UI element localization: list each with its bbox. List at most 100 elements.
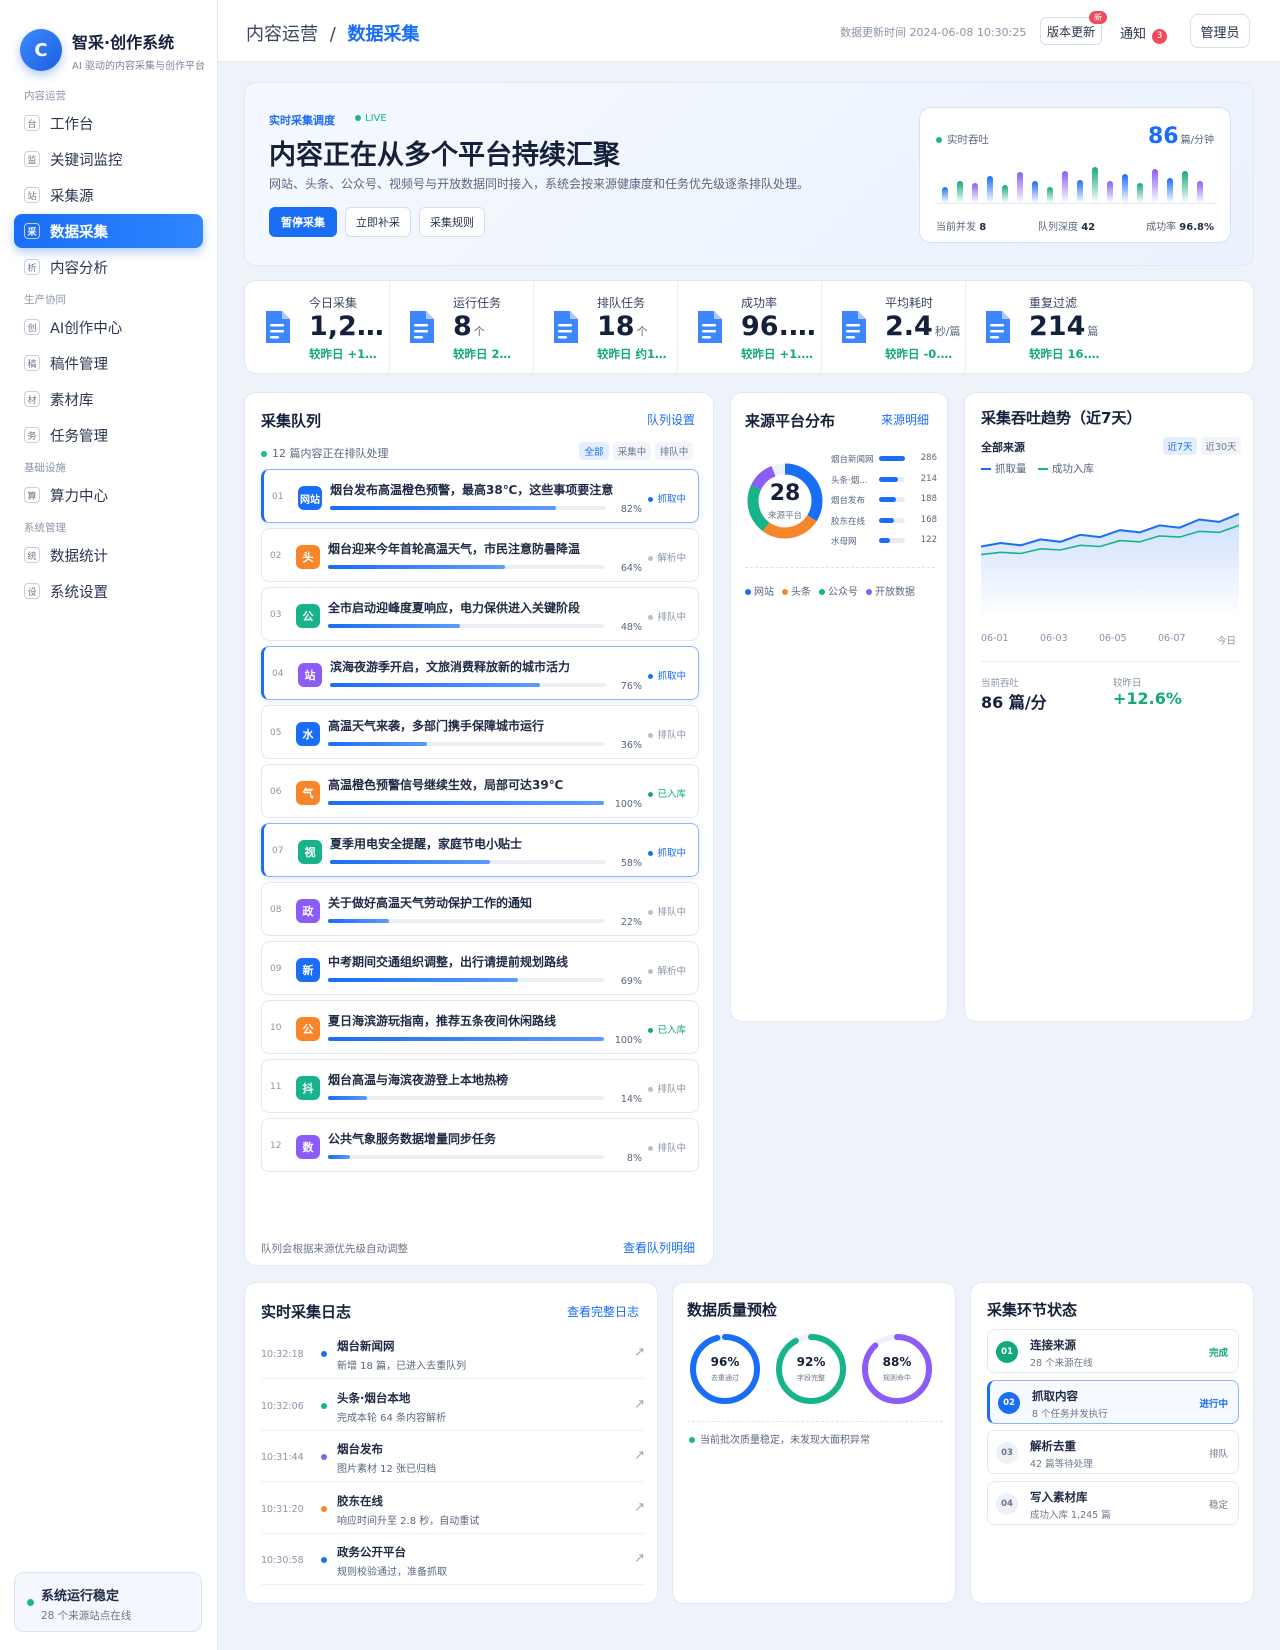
- filter-tab-collecting[interactable]: 采集中: [613, 442, 651, 460]
- queue-item-number: 11: [270, 1082, 282, 1092]
- source-bar-track: [879, 476, 905, 482]
- queue-item[interactable]: 09 新中考期间交通组织调整，出行请提前规划路线 69% 解析中: [261, 941, 699, 995]
- sidebar-item-label: AI创作中心: [50, 320, 123, 337]
- queue-item[interactable]: 06 气高温橙色预警信号继续生效，局部可达39℃ 100% 已入库: [261, 764, 699, 818]
- hero-tag: 实时采集调度: [269, 114, 335, 127]
- filter-tab-queued[interactable]: 排队中: [655, 442, 693, 460]
- log-title: 实时采集日志: [261, 1303, 352, 1321]
- sidebar-item-1-0[interactable]: 创 AI创作中心: [14, 310, 203, 344]
- sidebar-item-3-1[interactable]: 设系统设置: [14, 574, 203, 608]
- stage-row[interactable]: 03 解析去重 42 篇等待处理 排队: [987, 1430, 1239, 1474]
- sidebar-item-0-0[interactable]: 台工作台: [14, 106, 203, 140]
- quality-title: 数据质量预检: [687, 1301, 778, 1319]
- queue-depth-value: 42: [1081, 222, 1096, 233]
- nav-item-icon: 设: [24, 583, 40, 599]
- queue-details-link[interactable]: 查看队列明细: [623, 1239, 695, 1256]
- recollect-now-button[interactable]: 立即补采: [345, 207, 411, 237]
- sidebar-item-0-2[interactable]: 站采集源: [14, 178, 203, 212]
- progress-track: [328, 1155, 604, 1159]
- sidebar-item-0-1[interactable]: 监关键词监控: [14, 142, 203, 176]
- stage-number: 03: [996, 1442, 1018, 1464]
- source-row[interactable]: 头条·烟… 214: [831, 474, 937, 486]
- source-bar-fill: [879, 517, 895, 523]
- admin-button[interactable]: 管理员: [1190, 14, 1250, 48]
- live-indicator: LIVE: [355, 113, 387, 124]
- stage-row[interactable]: 04 写入素材库 成功入库 1,245 篇 稳定: [987, 1480, 1239, 1525]
- stat-card[interactable]: 运行任务 8 个较昨日 2…: [389, 281, 533, 373]
- source-row[interactable]: 胶东在线 168: [831, 515, 937, 527]
- queue-item[interactable]: 01 网站 烟台发布高温橙色预警，最高38℃，这些事项要注意 82% 抓取中: [261, 469, 699, 523]
- source-details-link[interactable]: 来源明细: [881, 411, 929, 428]
- log-entry[interactable]: 10:32:18 烟台新闻网 新增 18 篇，已进入去重队列 ↗: [261, 1329, 645, 1379]
- open-arrow-icon[interactable]: ↗: [634, 1500, 645, 1515]
- open-arrow-icon[interactable]: ↗: [634, 1448, 645, 1463]
- stat-card[interactable]: 成功率 96.… 较昨日 +1.…: [677, 281, 821, 373]
- log-entry[interactable]: 10:31:20 胶东在线 响应时间升至 2.8 秒，自动重试 ↗: [261, 1484, 645, 1534]
- queue-item[interactable]: 12 数公共气象服务数据增量同步任务 8% 排队中: [261, 1118, 699, 1172]
- sidebar-item-1-1[interactable]: 稿稿件管理: [14, 346, 203, 380]
- current-throughput-value: 86 篇/分: [981, 693, 1047, 712]
- full-log-link[interactable]: 查看完整日志: [567, 1303, 639, 1320]
- version-update-button[interactable]: 版本更新 新: [1040, 11, 1107, 45]
- source-badge-icon: 抖: [296, 1076, 320, 1100]
- queue-settings-link[interactable]: 队列设置: [647, 411, 695, 428]
- nav-item-icon: 材: [24, 391, 40, 407]
- source-row[interactable]: 水母网 122: [831, 535, 937, 547]
- queue-item[interactable]: 02 头烟台迎来今年首轮高温天气，市民注意防暑降温 64% 解析中: [261, 528, 699, 582]
- filter-tab-all[interactable]: 全部: [579, 442, 609, 460]
- queue-item-title: 关于做好高温天气劳动保护工作的通知: [328, 896, 533, 910]
- open-arrow-icon[interactable]: ↗: [634, 1397, 645, 1412]
- log-entry[interactable]: 10:31:44 烟台发布 图片素材 12 张已归档 ↗: [261, 1432, 645, 1482]
- queue-item[interactable]: 07 视夏季用电安全提醒，家庭节电小贴士 58% 抓取中: [261, 823, 699, 877]
- collect-rules-button[interactable]: 采集规则: [419, 207, 485, 237]
- queue-item-title: 烟台发布高温橙色预警，最高38℃，这些事项要注意: [330, 483, 614, 497]
- range-tab-30d[interactable]: 近30天: [1201, 437, 1241, 455]
- source-value: 168: [920, 514, 937, 525]
- stat-card[interactable]: 今日采集 1,2… 较昨日 +1…: [245, 281, 389, 373]
- queue-item[interactable]: 03 公全市启动迎峰度夏响应，电力保供进入关键阶段 48% 排队中: [261, 587, 699, 641]
- queue-item[interactable]: 05 水高温天气来袭，多部门携手保障城市运行 36% 排队中: [261, 705, 699, 759]
- source-bar-fill: [879, 538, 891, 543]
- sidebar-item-0-3[interactable]: 采数据采集: [14, 214, 203, 248]
- sidebar-item-2-0[interactable]: 算算力中心: [14, 478, 203, 512]
- sidebar-item-1-3[interactable]: 务任务管理: [14, 418, 203, 452]
- sidebar-item-1-2[interactable]: 材素材库: [14, 382, 203, 416]
- pause-collect-button[interactable]: 暂停采集: [269, 207, 337, 237]
- source-row[interactable]: 烟台发布 188: [831, 494, 937, 506]
- stat-change: 较昨日 +1…: [309, 347, 377, 361]
- open-arrow-icon[interactable]: ↗: [634, 1551, 645, 1566]
- hero-title: 内容正在从多个平台持续汇聚: [269, 140, 620, 171]
- log-entry[interactable]: 10:30:58 政务公开平台 规则校验通过，准备抓取 ↗: [261, 1535, 645, 1585]
- queue-item[interactable]: 10 公夏日海滨游玩指南，推荐五条夜间休闲路线 100% 已入库: [261, 1000, 699, 1054]
- log-dot-icon: [321, 1351, 327, 1357]
- concurrency-label: 当前并发: [936, 222, 976, 233]
- stats-strip: 今日采集 1,2… 较昨日 +1… 运行任务 8 个较昨日 2… 排队任务 18 个较昨日 约1…: [244, 280, 1254, 374]
- sidebar-item-label: 关键词监控: [50, 152, 123, 169]
- stat-card[interactable]: 重复过滤 214 篇较昨日 16.…: [965, 281, 1109, 373]
- stage-row[interactable]: 02 抓取内容 8 个任务并发执行 进行中: [987, 1379, 1239, 1424]
- stat-number: 1,2…: [309, 311, 384, 342]
- stat-card[interactable]: 排队任务 18 个较昨日 约1…: [533, 281, 677, 373]
- stat-label: 排队任务: [597, 296, 646, 310]
- breadcrumb-parent[interactable]: 内容运营: [246, 24, 318, 45]
- system-status-card[interactable]: 系统运行稳定 28 个来源站点在线: [14, 1572, 202, 1632]
- open-arrow-icon[interactable]: ↗: [634, 1345, 645, 1360]
- notification-button[interactable]: 通知 3: [1120, 23, 1168, 44]
- sidebar-item-0-4[interactable]: 析内容分析: [14, 250, 203, 284]
- range-tab-7d[interactable]: 近7天: [1163, 437, 1197, 455]
- log-dot-icon: [321, 1454, 327, 1460]
- queue-item-number: 10: [270, 1023, 282, 1033]
- source-row[interactable]: 烟台新闻网 286: [831, 453, 937, 465]
- progress-track: [328, 1096, 604, 1100]
- progress-percent: 76%: [620, 681, 642, 692]
- brand-logo[interactable]: C: [20, 29, 62, 71]
- queue-item[interactable]: 11 抖烟台高温与海滨夜游登上本地热榜 14% 排队中: [261, 1059, 699, 1113]
- log-entry[interactable]: 10:32:06 头条·烟台本地 完成本轮 64 条内容解析 ↗: [261, 1381, 645, 1431]
- stat-number: 214: [1029, 311, 1086, 342]
- source-legend: 网站 头条 公众号 开放数据: [745, 583, 923, 598]
- sidebar-item-3-0[interactable]: 统数据统计: [14, 538, 203, 572]
- queue-item[interactable]: 08 政关于做好高温天气劳动保护工作的通知 22% 排队中: [261, 882, 699, 936]
- stat-card[interactable]: 平均耗时 2.4 秒/篇 较昨日 -0.…: [821, 281, 965, 373]
- stage-row[interactable]: 01 连接来源 28 个来源在线 完成: [987, 1329, 1239, 1373]
- queue-item[interactable]: 04 站滨海夜游季开启，文旅消费释放新的城市活力 76% 抓取中: [261, 646, 699, 700]
